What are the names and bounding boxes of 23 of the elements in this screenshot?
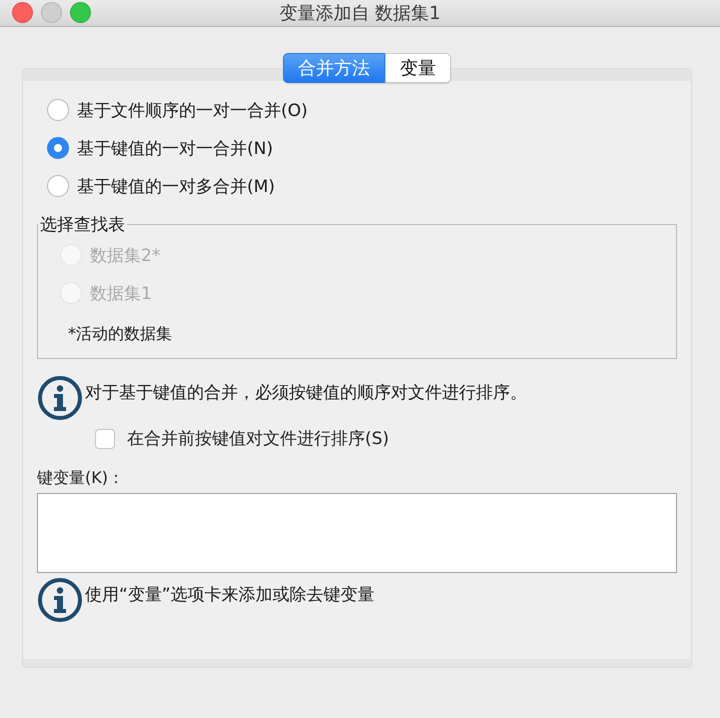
- checkbox[interactable]: [95, 428, 115, 448]
- tab[interactable]: 变量: [385, 53, 451, 83]
- minimize-button[interactable]: [41, 2, 62, 23]
- close-button[interactable]: [12, 2, 33, 23]
- radio-button[interactable]: [47, 137, 69, 159]
- radio-label: 数据集1: [90, 282, 152, 304]
- radio-label: 基于键值的一对多合并(M): [77, 176, 275, 198]
- radio-label: 数据集2*: [90, 244, 160, 266]
- key-variables-field[interactable]: [37, 493, 677, 573]
- window-title: 变量添加自 数据集1: [279, 2, 441, 25]
- zoom-button[interactable]: [70, 2, 91, 23]
- info-icon: [37, 577, 83, 623]
- checkbox-label: 在合并前按键值对文件进行排序(S): [127, 428, 390, 450]
- radio-label: 基于键值的一对一合并(N): [77, 138, 273, 160]
- field-label: 键变量(K)：: [37, 468, 125, 489]
- info-message: 使用“变量”选项卡来添加或除去键变量: [85, 584, 375, 606]
- footnote: *活动的数据集: [68, 324, 173, 345]
- radio-button[interactable]: [47, 99, 69, 121]
- info-message: 对于基于键值的合并，必须按键值的顺序对文件进行排序。: [85, 382, 527, 404]
- radio-label: 基于文件顺序的一对一合并(O): [77, 100, 308, 122]
- radio-button[interactable]: [47, 175, 69, 197]
- info-icon: [37, 375, 83, 421]
- group-title: 选择查找表: [39, 214, 126, 236]
